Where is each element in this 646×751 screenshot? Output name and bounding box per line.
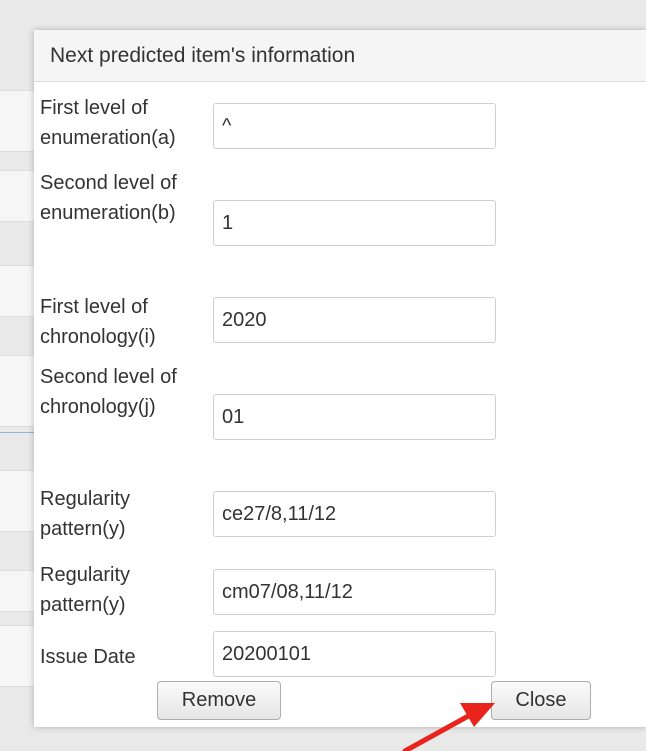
field-label-second-level-chronology: Second level of chronology(j)	[40, 366, 177, 418]
predicted-item-dialog: Next predicted item's information First …	[34, 30, 646, 727]
regularity-pattern-input-2[interactable]	[213, 569, 496, 615]
second-level-enumeration-input[interactable]	[213, 200, 496, 246]
field-label-second-level-enumeration: Second level of enumeration(b)	[40, 172, 177, 224]
background-row	[0, 90, 34, 152]
field-label-regularity-pattern: Regularity pattern(y)	[40, 488, 131, 540]
field-label-regularity-pattern-2: Regularity pattern(y)	[40, 564, 131, 616]
field-label-first-level-chronology: First level of chronology(i)	[40, 296, 156, 348]
background-row	[0, 625, 34, 687]
background-row	[0, 265, 34, 317]
background-row	[0, 355, 34, 427]
field-label-first-level-enumeration: First level of enumeration(a)	[40, 97, 176, 149]
regularity-pattern-input[interactable]	[213, 491, 496, 537]
close-button[interactable]: Close	[491, 681, 591, 720]
background-row	[0, 170, 34, 222]
first-level-chronology-input[interactable]	[213, 297, 496, 343]
background-row	[0, 470, 34, 532]
first-level-enumeration-input[interactable]	[213, 103, 496, 149]
remove-button[interactable]: Remove	[157, 681, 281, 720]
dialog-header: Next predicted item's information	[34, 30, 646, 82]
background-row	[0, 570, 34, 612]
dialog-title: Next predicted item's information	[50, 44, 356, 67]
field-label-issue-date: Issue Date	[40, 646, 136, 668]
background-divider	[0, 432, 34, 433]
second-level-chronology-input[interactable]	[213, 394, 496, 440]
issue-date-input[interactable]	[213, 631, 496, 677]
